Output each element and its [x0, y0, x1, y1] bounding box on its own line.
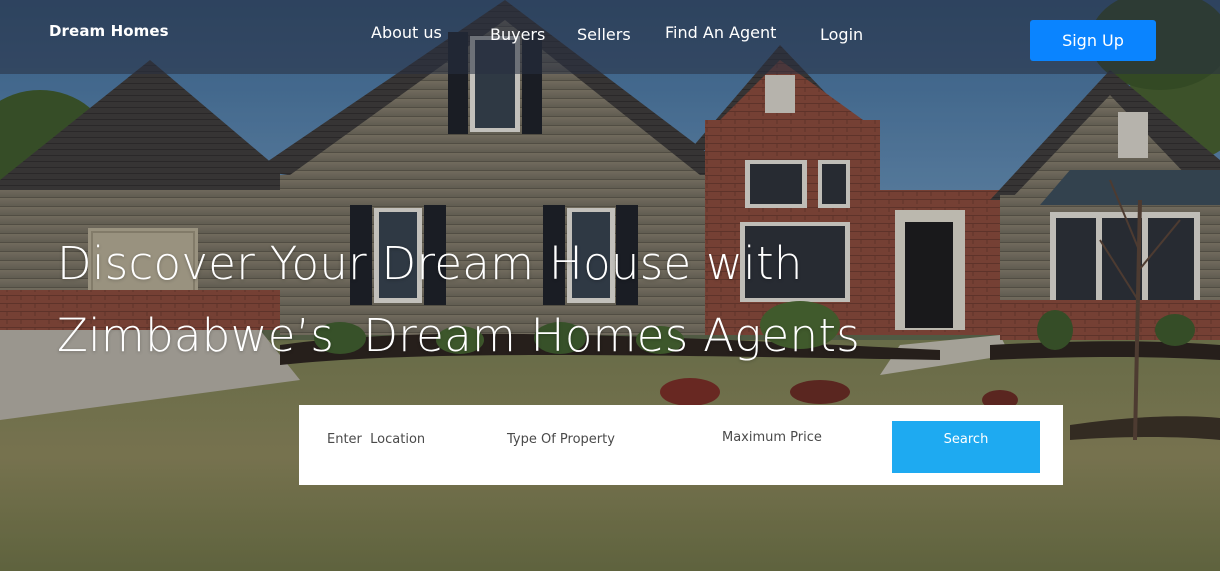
nav-link-find-an-agent[interactable]: Find An Agent [665, 23, 776, 42]
hero-headline-line-1: Discover Your Dream House with [57, 237, 803, 290]
hero-headline: Discover Your Dream House with Zimbabwe’… [57, 228, 957, 372]
top-navbar: Dream Homes About us Buyers Sellers Find… [0, 0, 1220, 74]
location-field[interactable]: Enter Location [327, 432, 425, 447]
nav-link-buyers[interactable]: Buyers [490, 25, 545, 44]
property-search-panel: Enter Location Type Of Property Maximum … [299, 405, 1063, 485]
nav-link-sellers[interactable]: Sellers [577, 25, 631, 44]
brand-logo-text[interactable]: Dream Homes [49, 22, 169, 40]
sign-up-button[interactable]: Sign Up [1030, 20, 1156, 61]
hero-headline-line-2: Zimbabwe’s Dream Homes Agents [57, 309, 861, 362]
property-type-field[interactable]: Type Of Property [507, 432, 615, 447]
nav-link-login[interactable]: Login [820, 25, 863, 44]
nav-link-about-us[interactable]: About us [371, 23, 442, 42]
max-price-field[interactable]: Maximum Price [722, 430, 822, 445]
search-button[interactable]: Search [892, 421, 1040, 473]
